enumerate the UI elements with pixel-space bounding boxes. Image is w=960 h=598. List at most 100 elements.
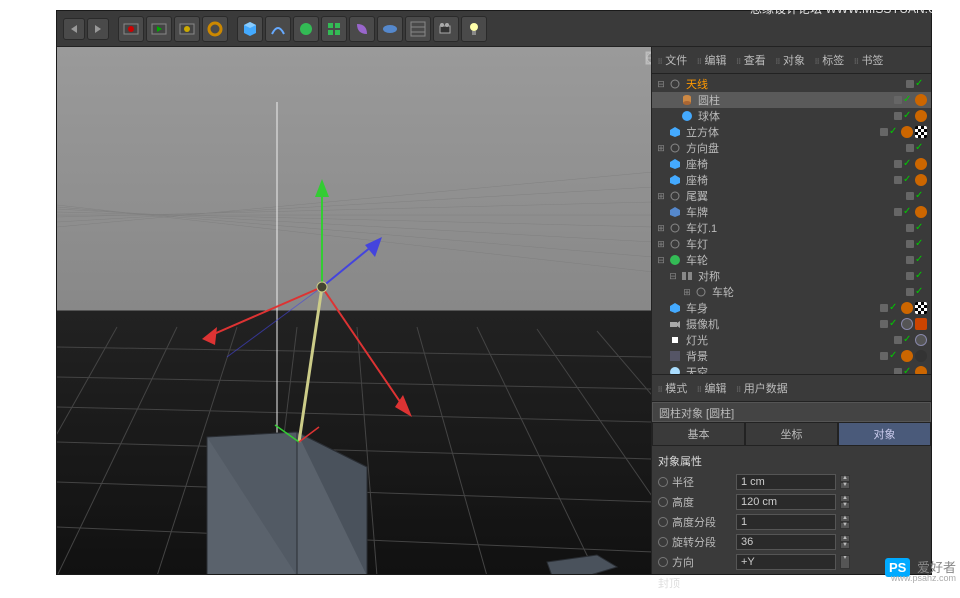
- light-icon[interactable]: [461, 16, 487, 42]
- tree-label: 方向盘: [684, 140, 906, 156]
- tree-item-18[interactable]: 天空 ✓: [652, 364, 931, 374]
- obj-tab-2[interactable]: 查看: [735, 50, 768, 70]
- tree-item-11[interactable]: ⊟ 车轮 ✓: [652, 252, 931, 268]
- attr-tab-0[interactable]: 基本: [652, 422, 745, 446]
- tree-item-8[interactable]: 车牌 ✓: [652, 204, 931, 220]
- tag-orange[interactable]: [915, 158, 927, 170]
- attr-input[interactable]: [736, 534, 836, 550]
- tree-item-17[interactable]: 背景 ✓: [652, 348, 931, 364]
- expand-icon[interactable]: ⊟: [668, 271, 678, 282]
- spin-up[interactable]: ▲: [840, 475, 850, 482]
- attr-input[interactable]: [736, 554, 836, 570]
- attr-input[interactable]: [736, 514, 836, 530]
- attr-radio[interactable]: [658, 477, 668, 487]
- expand-icon[interactable]: ⊟: [656, 255, 666, 266]
- tree-item-10[interactable]: ⊞ 车灯 ✓: [652, 236, 931, 252]
- tree-item-12[interactable]: ⊟ 对称 ✓: [652, 268, 931, 284]
- anim-settings-icon[interactable]: [202, 16, 228, 42]
- anim-key-icon[interactable]: [174, 16, 200, 42]
- tag-checker[interactable]: [915, 302, 927, 314]
- obj-tab-4[interactable]: 标签: [813, 50, 846, 70]
- spin-down[interactable]: ▼: [840, 542, 850, 549]
- tag-ban[interactable]: [915, 318, 927, 330]
- attr-radio[interactable]: [658, 517, 668, 527]
- attr-radio[interactable]: [658, 497, 668, 507]
- anim-rec-icon[interactable]: [118, 16, 144, 42]
- attr-mode-tab-1[interactable]: 编辑: [695, 378, 728, 398]
- environment-icon[interactable]: [377, 16, 403, 42]
- viewport-3d[interactable]: [57, 47, 651, 574]
- tag-orange[interactable]: [915, 366, 927, 374]
- attr-radio[interactable]: [658, 537, 668, 547]
- tag-eye[interactable]: [915, 334, 927, 346]
- tag-dark[interactable]: [915, 350, 927, 362]
- tree-label: 车灯.1: [684, 220, 906, 236]
- tree-item-3[interactable]: 立方体 ✓: [652, 124, 931, 140]
- expand-icon[interactable]: ⊞: [656, 191, 666, 202]
- tree-label: 背景: [684, 348, 880, 364]
- obj-type-icon: [668, 157, 682, 171]
- tree-item-1[interactable]: 圆柱 ✓: [652, 92, 931, 108]
- spin-up[interactable]: ▲: [840, 515, 850, 522]
- deformer-icon[interactable]: [349, 16, 375, 42]
- spin-down[interactable]: ▼: [840, 502, 850, 509]
- obj-tab-0[interactable]: 文件: [656, 50, 689, 70]
- tree-item-4[interactable]: ⊞ 方向盘 ✓: [652, 140, 931, 156]
- expand-icon[interactable]: ⊞: [656, 143, 666, 154]
- attr-input[interactable]: [736, 494, 836, 510]
- anim-play-icon[interactable]: [146, 16, 172, 42]
- tree-item-15[interactable]: 摄像机 ✓: [652, 316, 931, 332]
- spin-up[interactable]: ▲: [840, 495, 850, 502]
- array-icon[interactable]: [321, 16, 347, 42]
- attr-tab-1[interactable]: 坐标: [745, 422, 838, 446]
- tree-label: 灯光: [684, 332, 894, 348]
- dropdown-icon[interactable]: ▾: [840, 555, 850, 569]
- tag-orange[interactable]: [901, 126, 913, 138]
- attr-input[interactable]: [736, 474, 836, 490]
- spin-up[interactable]: ▲: [840, 535, 850, 542]
- spline-icon[interactable]: [265, 16, 291, 42]
- object-tree[interactable]: ⊟ 天线 ✓ 圆柱 ✓ 球体 ✓ 立方体 ✓ ⊞ 方向盘 ✓ 座椅 ✓ 座椅 ✓…: [652, 74, 931, 374]
- expand-icon[interactable]: ⊞: [656, 239, 666, 250]
- undo-btn[interactable]: [63, 18, 85, 40]
- tag-orange[interactable]: [915, 206, 927, 218]
- tree-label: 车轮: [710, 284, 906, 300]
- attr-label: 旋转分段: [672, 534, 732, 550]
- redo-btn[interactable]: [87, 18, 109, 40]
- tree-item-5[interactable]: 座椅 ✓: [652, 156, 931, 172]
- tag-orange[interactable]: [901, 350, 913, 362]
- tag-checker[interactable]: [915, 126, 927, 138]
- tree-label: 天线: [684, 76, 906, 92]
- attr-mode-tab-0[interactable]: 模式: [656, 378, 689, 398]
- camera-icon[interactable]: [433, 16, 459, 42]
- vp-frame-icon[interactable]: [645, 51, 651, 65]
- obj-tab-1[interactable]: 编辑: [695, 50, 728, 70]
- tree-item-13[interactable]: ⊞ 车轮 ✓: [652, 284, 931, 300]
- tree-item-0[interactable]: ⊟ 天线 ✓: [652, 76, 931, 92]
- tree-item-2[interactable]: 球体 ✓: [652, 108, 931, 124]
- attr-radio[interactable]: [658, 557, 668, 567]
- tree-item-6[interactable]: 座椅 ✓: [652, 172, 931, 188]
- cube-primitive-icon[interactable]: [237, 16, 263, 42]
- camera-tool-icon[interactable]: [405, 16, 431, 42]
- tag-orange[interactable]: [901, 302, 913, 314]
- tag-orange[interactable]: [915, 110, 927, 122]
- tag-eye[interactable]: [901, 318, 913, 330]
- tag-orange[interactable]: [915, 174, 927, 186]
- spin-down[interactable]: ▼: [840, 482, 850, 489]
- expand-icon[interactable]: ⊟: [656, 79, 666, 90]
- obj-tab-5[interactable]: 书签: [852, 50, 885, 70]
- tree-item-9[interactable]: ⊞ 车灯.1 ✓: [652, 220, 931, 236]
- attr-tab-2[interactable]: 对象: [838, 422, 931, 446]
- expand-icon[interactable]: ⊞: [682, 287, 692, 298]
- tree-item-14[interactable]: 车身 ✓: [652, 300, 931, 316]
- expand-icon[interactable]: ⊞: [656, 223, 666, 234]
- nurbs-icon[interactable]: [293, 16, 319, 42]
- spin-down[interactable]: ▼: [840, 522, 850, 529]
- attr-mode-tab-2[interactable]: 用户数据: [735, 378, 790, 398]
- tree-item-7[interactable]: ⊞ 尾翼 ✓: [652, 188, 931, 204]
- obj-tab-3[interactable]: 对象: [774, 50, 807, 70]
- watermark-ps: PS 爱好者 www.psahz.com: [885, 557, 956, 577]
- tree-item-16[interactable]: 灯光 ✓: [652, 332, 931, 348]
- tag-orange[interactable]: [915, 94, 927, 106]
